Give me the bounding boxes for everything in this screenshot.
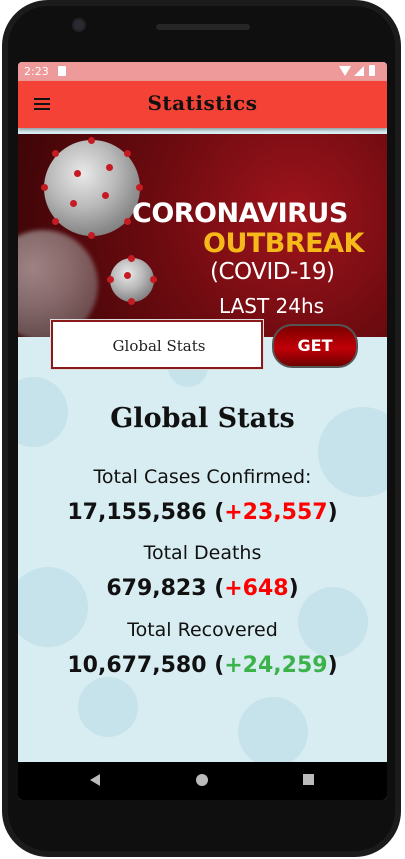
background-virus-pattern [78, 677, 138, 737]
recovered-value: 10,677,580 (+24,259) [67, 653, 338, 678]
virus-illustration [41, 137, 143, 239]
virus-illustration [107, 255, 157, 305]
cases-total: 17,155,586 [67, 500, 207, 525]
covid-banner-image: CORONAVIRUS OUTBREAK (COVID-19) LAST 24h… [18, 134, 387, 337]
back-icon[interactable] [90, 774, 100, 786]
banner-subheadline: OUTBREAK [203, 228, 364, 259]
device-frame: 2:23 Statistics CORONAVIRUS OUTBREAK (CO… [0, 0, 405, 859]
sd-card-icon [58, 66, 66, 76]
status-icons [339, 65, 379, 77]
background-virus-pattern [238, 697, 308, 762]
banner-headline: CORONAVIRUS [132, 198, 348, 229]
region-input-container [51, 320, 265, 369]
cases-new: +23,557 [224, 500, 328, 525]
deaths-new: +648 [224, 576, 289, 601]
app-bar: Statistics [18, 81, 387, 128]
home-icon[interactable] [196, 774, 208, 786]
deaths-total: 679,823 [106, 576, 207, 601]
recovered-label: Total Recovered [127, 619, 278, 641]
region-input[interactable] [53, 322, 265, 369]
deaths-label: Total Deaths [143, 542, 262, 564]
system-navigation-bar [18, 762, 387, 800]
stats-title: Global Stats [110, 403, 295, 434]
banner-covid-label: (COVID-19) [210, 259, 335, 285]
recents-icon[interactable] [303, 774, 314, 785]
page-title: Statistics [147, 91, 258, 115]
recovered-new: +24,259 [224, 653, 328, 678]
banner-timeframe: LAST 24hs [219, 294, 325, 318]
status-time: 2:23 [24, 65, 49, 78]
speaker-grille [156, 24, 250, 30]
status-bar: 2:23 [18, 62, 387, 81]
screen: 2:23 Statistics CORONAVIRUS OUTBREAK (CO… [18, 62, 387, 800]
deaths-value: 679,823 (+648) [106, 576, 299, 601]
cases-value: 17,155,586 (+23,557) [67, 500, 338, 525]
cases-label: Total Cases Confirmed: [93, 466, 312, 488]
get-button[interactable]: GET [272, 324, 358, 368]
front-camera-icon [74, 20, 84, 30]
stats-panel: Global Stats Total Cases Confirmed: 17,1… [18, 337, 387, 762]
signal-icon [354, 66, 364, 76]
battery-icon [369, 65, 375, 76]
recovered-total: 10,677,580 [67, 653, 207, 678]
wifi-icon [339, 66, 351, 76]
